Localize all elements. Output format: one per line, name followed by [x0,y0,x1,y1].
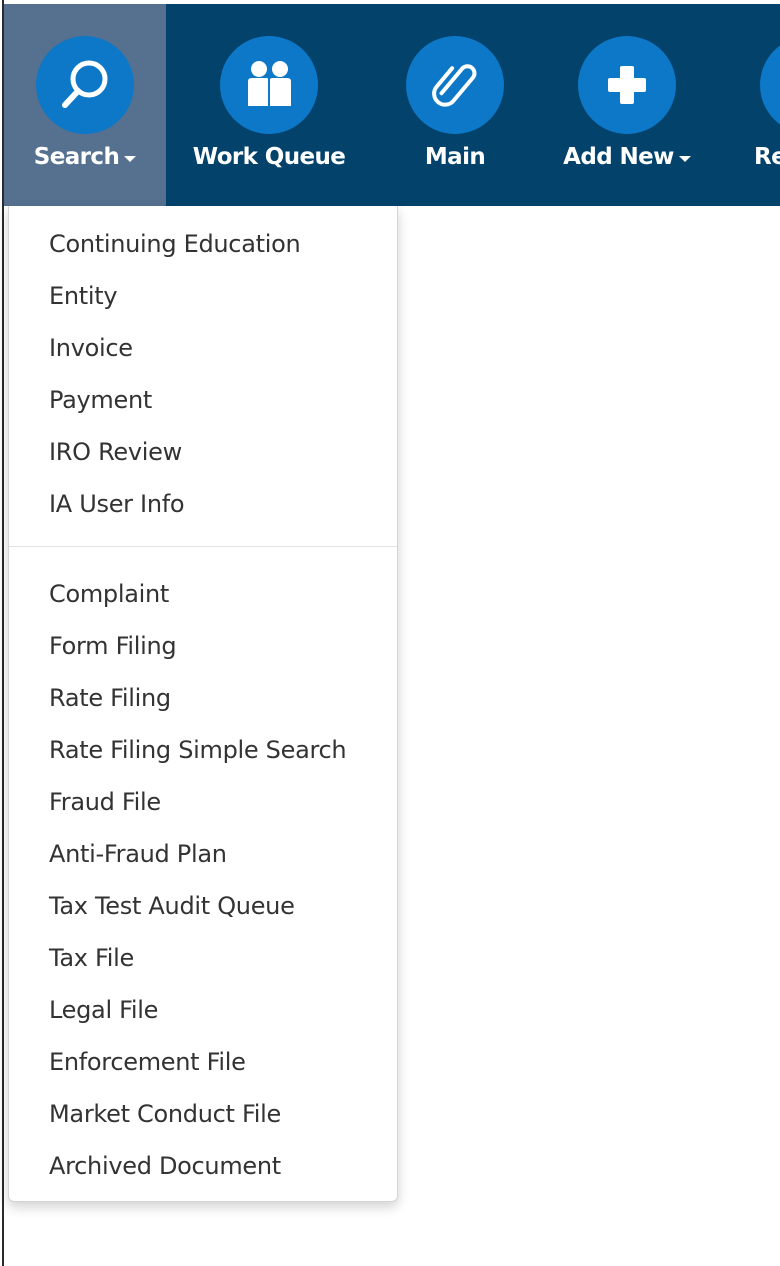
nav-work-queue[interactable]: Work Queue [184,4,354,206]
nav-add-new-text: Add New [563,144,674,170]
menu-item-market-conduct-file[interactable]: Market Conduct File [9,1088,397,1140]
search-dropdown-menu: Continuing Education Entity Invoice Paym… [8,206,398,1202]
nav-search-text: Search [33,144,120,170]
nav-partial-label: Re [754,144,780,170]
nav-partial-item[interactable]: Re [754,4,780,206]
menu-item-entity[interactable]: Entity [9,270,397,322]
nav-main-text: Main [424,144,486,170]
menu-item-form-filing[interactable]: Form Filing [9,620,397,672]
menu-item-fraud-file[interactable]: Fraud File [9,776,397,828]
menu-item-rate-filing-simple-search[interactable]: Rate Filing Simple Search [9,724,397,776]
menu-item-tax-file[interactable]: Tax File [9,932,397,984]
paperclip-icon [406,36,504,134]
menu-group-secondary: Complaint Form Filing Rate Filing Rate F… [9,568,397,1192]
menu-item-enforcement-file[interactable]: Enforcement File [9,1036,397,1088]
top-navbar: Search Work Queue Main Add New Re [4,4,780,206]
nav-partial-text: Re [754,144,780,170]
nav-main-label: Main [424,144,486,170]
nav-search[interactable]: Search [4,4,166,206]
menu-item-payment[interactable]: Payment [9,374,397,426]
nav-add-new-label: Add New [563,144,691,170]
menu-item-iro-review[interactable]: IRO Review [9,426,397,478]
partial-icon [760,36,780,134]
menu-item-complaint[interactable]: Complaint [9,568,397,620]
menu-item-continuing-education[interactable]: Continuing Education [9,218,397,270]
menu-item-rate-filing[interactable]: Rate Filing [9,672,397,724]
chevron-down-icon [124,155,137,162]
nav-main[interactable]: Main [390,4,520,206]
menu-item-legal-file[interactable]: Legal File [9,984,397,1036]
menu-divider [9,546,397,547]
nav-search-label: Search [33,144,137,170]
menu-item-ia-user-info[interactable]: IA User Info [9,478,397,530]
menu-item-tax-test-audit-queue[interactable]: Tax Test Audit Queue [9,880,397,932]
menu-item-invoice[interactable]: Invoice [9,322,397,374]
nav-work-queue-label: Work Queue [193,144,346,170]
menu-item-archived-document[interactable]: Archived Document [9,1140,397,1192]
menu-group-primary: Continuing Education Entity Invoice Paym… [9,218,397,530]
plus-icon [578,36,676,134]
nav-add-new[interactable]: Add New [554,4,700,206]
chevron-down-icon [678,155,691,162]
menu-item-anti-fraud-plan[interactable]: Anti-Fraud Plan [9,828,397,880]
users-icon [220,36,318,134]
nav-work-queue-text: Work Queue [192,144,346,170]
search-icon [36,36,134,134]
